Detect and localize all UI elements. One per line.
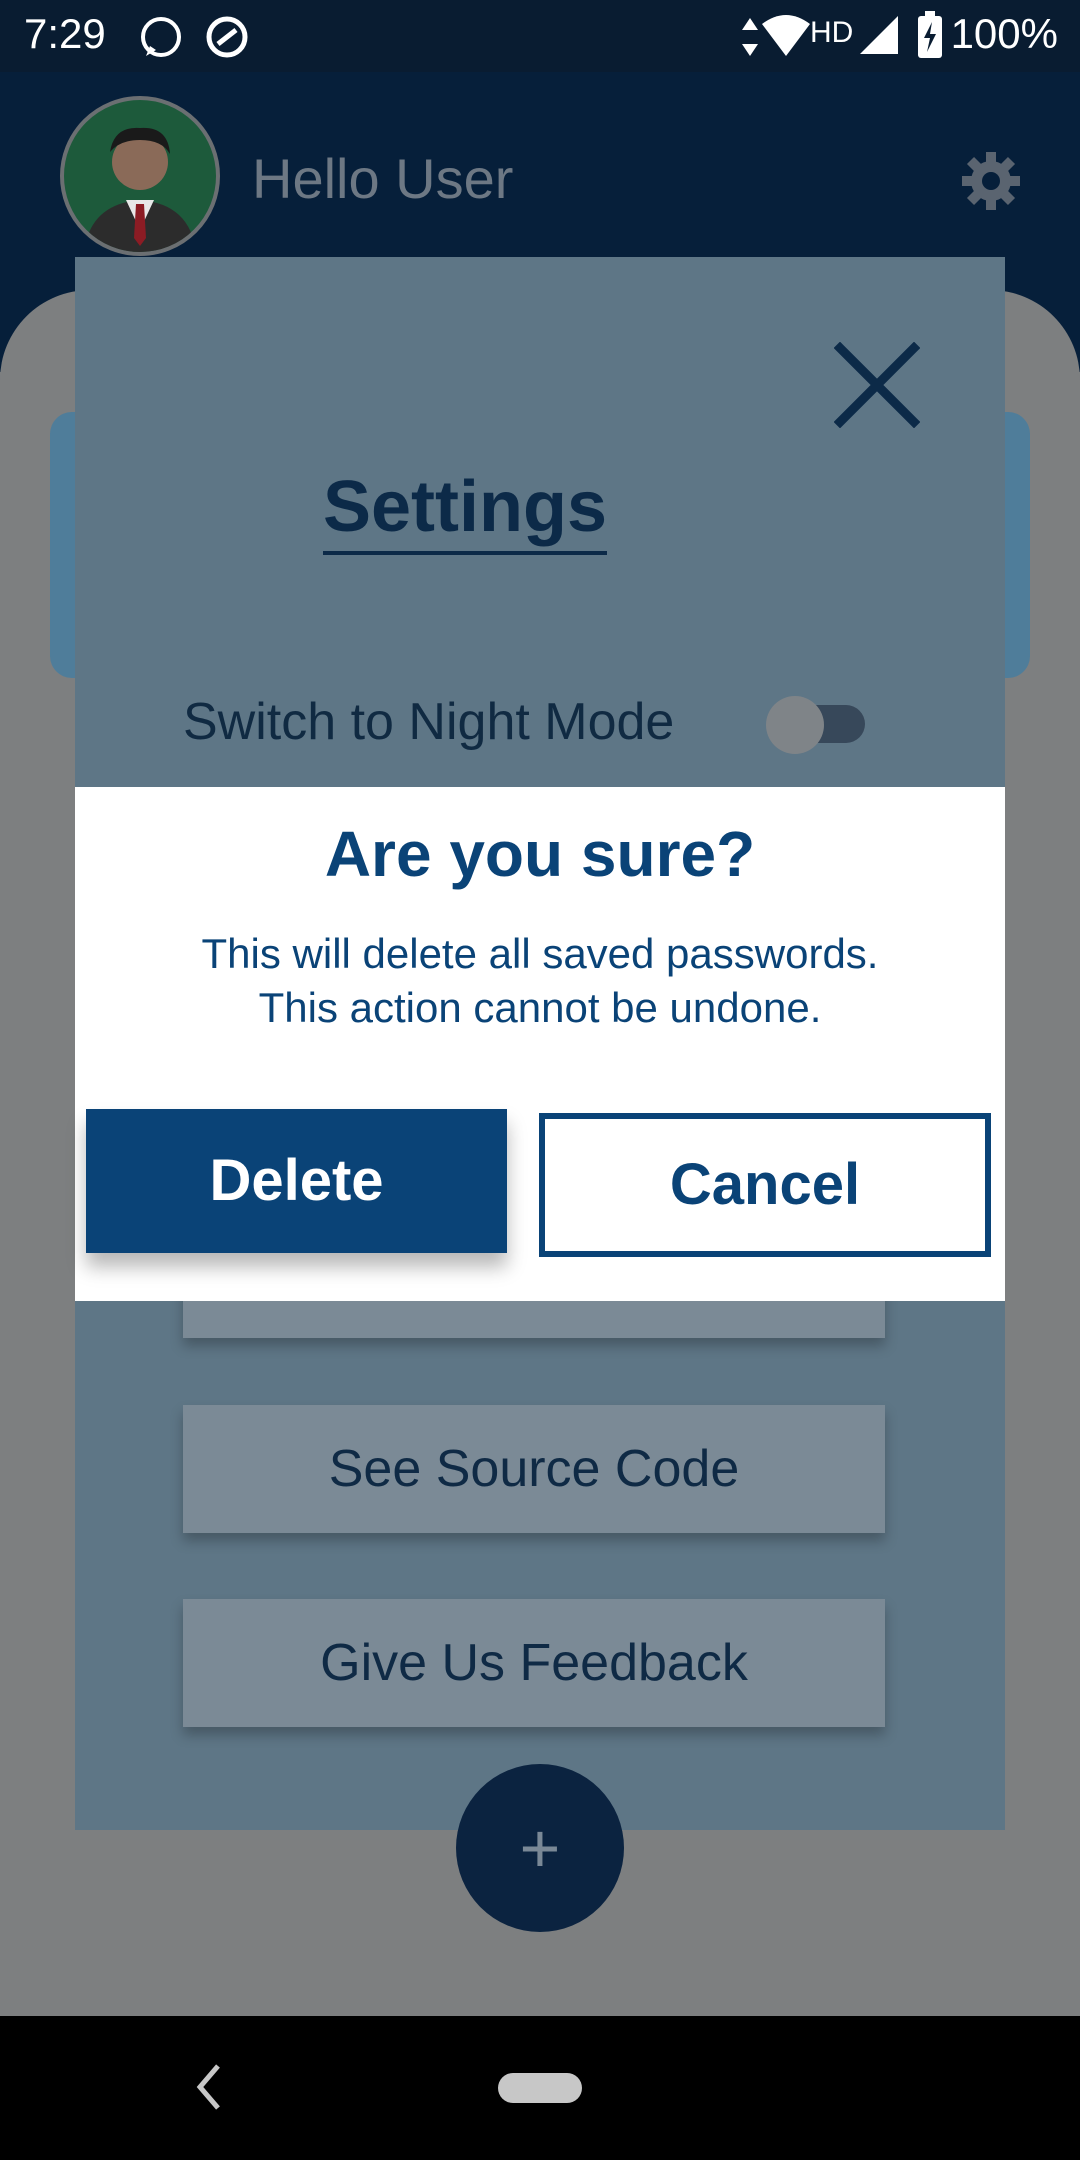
battery-level: 100% [950,10,1058,57]
give-feedback-button[interactable]: Give Us Feedback [183,1599,885,1727]
gear-icon[interactable] [960,150,1022,212]
dialog-message: This will delete all saved passwords. Th… [75,927,1005,1035]
sync-icon [206,16,248,58]
status-bar: 7:29 HD 100% [0,0,1080,72]
data-arrows-icon [742,18,758,56]
wifi-icon [762,15,810,56]
status-time: 7:29 [24,10,106,57]
delete-button[interactable]: Delete [86,1109,507,1253]
user-avatar-icon [84,127,196,252]
dialog-message-line2: This action cannot be undone. [258,984,822,1031]
battery-icon [918,11,942,58]
back-icon[interactable] [196,2062,222,2112]
night-mode-toggle-knob[interactable] [766,696,824,754]
cancel-button[interactable]: Cancel [539,1113,991,1257]
add-button[interactable]: + [456,1764,624,1932]
confirm-dialog: Are you sure? This will delete all saved… [75,787,1005,1301]
dialog-message-line1: This will delete all saved passwords. [201,930,879,977]
cell-signal-icon [860,16,898,54]
dialog-title: Are you sure? [324,818,756,890]
home-pill[interactable] [498,2073,582,2103]
greeting-text: Hello User [252,147,514,210]
whatsapp-icon [141,17,181,57]
see-source-code-button[interactable]: See Source Code [183,1405,885,1533]
night-mode-label: Switch to Night Mode [183,693,675,751]
avatar[interactable] [60,96,220,256]
settings-title: Settings [0,466,930,555]
close-icon[interactable] [834,342,920,428]
network-type: HD [810,16,854,49]
settings-title-text: Settings [322,467,608,555]
